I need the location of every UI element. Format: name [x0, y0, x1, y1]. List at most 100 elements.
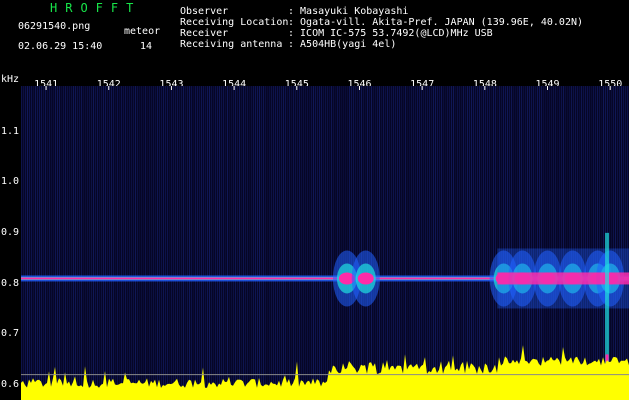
noise-column [409, 86, 410, 400]
noise-column [261, 86, 262, 400]
noise-column [75, 86, 76, 400]
noise-column [621, 86, 622, 400]
noise-column [291, 86, 292, 400]
noise-column [159, 86, 160, 400]
noise-column [223, 86, 224, 400]
noise-column [417, 86, 418, 400]
freq-tick-label: 0.8 [1, 277, 20, 289]
noise-column [429, 86, 430, 400]
noise-column [241, 86, 242, 400]
noise-column [133, 86, 134, 400]
noise-column [113, 86, 114, 400]
noise-column [221, 86, 222, 400]
noise-column [503, 86, 504, 400]
noise-column [121, 86, 122, 400]
noise-column [73, 86, 74, 400]
datetime-label: 02.06.29 15:40 [18, 41, 103, 52]
noise-column [249, 86, 250, 400]
noise-column [519, 86, 520, 400]
noise-column [131, 86, 132, 400]
noise-column [29, 86, 30, 400]
noise-column [213, 86, 214, 400]
noise-column [567, 86, 568, 400]
noise-column [617, 86, 618, 400]
noise-column [219, 86, 220, 400]
noise-column [445, 86, 446, 400]
noise-column [543, 86, 544, 400]
noise-column [37, 86, 38, 400]
noise-column [87, 86, 88, 400]
noise-column [327, 86, 328, 400]
freq-tick-label: 0.6 [1, 378, 20, 390]
noise-column [147, 86, 148, 400]
noise-column [541, 86, 542, 400]
noise-column [309, 86, 310, 400]
noise-column [123, 86, 124, 400]
noise-column [363, 86, 364, 400]
noise-column [51, 86, 52, 400]
noise-column [161, 86, 162, 400]
noise-column [545, 86, 546, 400]
noise-column [177, 86, 178, 400]
noise-column [175, 86, 176, 400]
freq-tick-label: 1.0 [1, 176, 20, 188]
app-title: HROFFT [50, 1, 142, 15]
noise-column [81, 86, 82, 400]
noise-column [451, 86, 452, 400]
noise-column [437, 86, 438, 400]
noise-column [21, 86, 22, 400]
noise-column [401, 86, 402, 400]
noise-column [165, 86, 166, 400]
noise-column [197, 86, 198, 400]
noise-column [57, 86, 58, 400]
noise-column [583, 86, 584, 400]
noise-column [551, 86, 552, 400]
noise-column [285, 86, 286, 400]
noise-column [145, 86, 146, 400]
noise-column [163, 86, 164, 400]
info-values: : Masayuki Kobayashi: Ogata-vill. Akita-… [288, 6, 583, 50]
noise-column [283, 86, 284, 400]
noise-column [455, 86, 456, 400]
noise-column [39, 86, 40, 400]
noise-column [61, 86, 62, 400]
noise-column [83, 86, 84, 400]
noise-column [45, 86, 46, 400]
noise-column [349, 86, 350, 400]
noise-column [599, 86, 600, 400]
noise-column [371, 86, 372, 400]
noise-column [467, 86, 468, 400]
noise-column [195, 86, 196, 400]
noise-column [527, 86, 528, 400]
noise-column [415, 86, 416, 400]
noise-column [305, 86, 306, 400]
noise-column [303, 86, 304, 400]
noise-column [549, 86, 550, 400]
noise-column [143, 86, 144, 400]
noise-column [465, 86, 466, 400]
noise-column [387, 86, 388, 400]
noise-column [239, 86, 240, 400]
noise-column [59, 86, 60, 400]
noise-column [419, 86, 420, 400]
noise-column [275, 86, 276, 400]
noise-column [33, 86, 34, 400]
noise-column [115, 86, 116, 400]
noise-column [179, 86, 180, 400]
noise-column [67, 86, 68, 400]
noise-column [193, 86, 194, 400]
noise-column [491, 86, 492, 400]
noise-column [615, 86, 616, 400]
noise-column [347, 86, 348, 400]
noise-column [299, 86, 300, 400]
noise-column [515, 86, 516, 400]
noise-column [167, 86, 168, 400]
noise-column [287, 86, 288, 400]
noise-column [421, 86, 422, 400]
noise-column [89, 86, 90, 400]
noise-column [537, 86, 538, 400]
noise-column [431, 86, 432, 400]
noise-column [331, 86, 332, 400]
location-label: Receiving Location [180, 17, 289, 28]
noise-column [577, 86, 578, 400]
